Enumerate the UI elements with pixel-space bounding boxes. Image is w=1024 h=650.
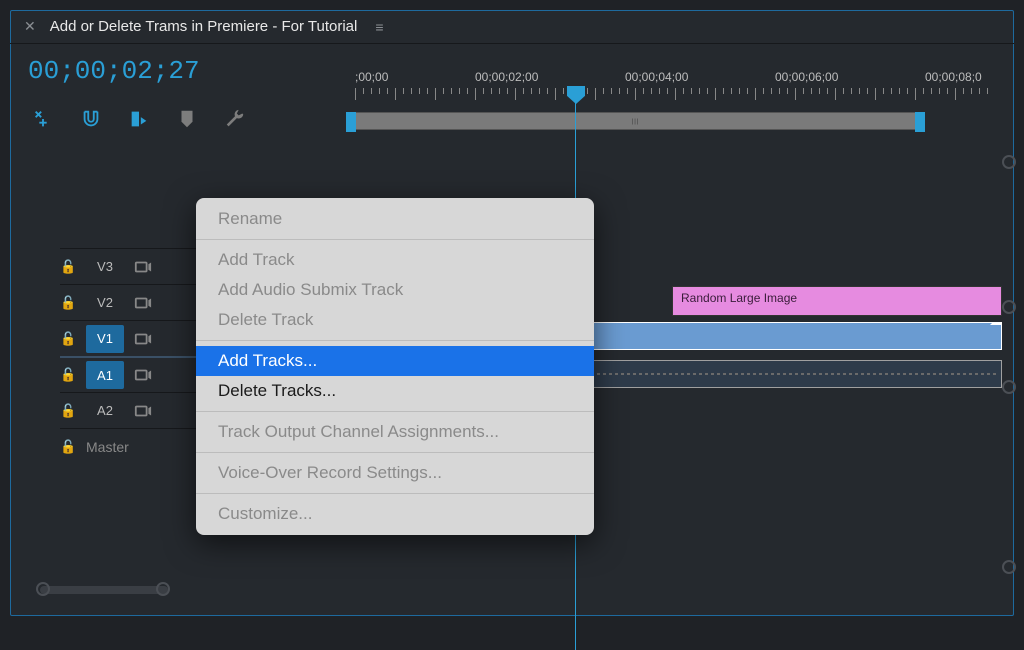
lock-icon[interactable]: 🔓 [60, 331, 76, 347]
close-icon[interactable]: ✕ [24, 18, 36, 35]
menu-separator [196, 493, 594, 494]
marker-icon[interactable] [176, 108, 198, 130]
track-context-menu: Rename Add Track Add Audio Submix Track … [196, 198, 594, 535]
track-label-a2[interactable]: A2 [86, 397, 124, 425]
ruler-ticks [355, 88, 1004, 104]
menu-item-customize[interactable]: Customize... [196, 499, 594, 529]
clip-label: Random Large Image [681, 291, 797, 305]
horizontal-zoom-scroll[interactable] [22, 582, 1002, 596]
work-area-grip-icon[interactable]: ||| [632, 119, 640, 125]
zoom-scroll-handle-right[interactable] [156, 582, 170, 596]
menu-item-delete-tracks[interactable]: Delete Tracks... [196, 376, 594, 406]
sequence-tab-bar: ✕ Add or Delete Trams in Premiere - For … [10, 10, 1014, 44]
settings-wrench-icon[interactable] [224, 108, 246, 130]
vertical-scroll-knob[interactable] [1002, 560, 1016, 574]
clip-random-large-image[interactable]: Random Large Image [672, 286, 1002, 316]
menu-item-rename[interactable]: Rename [196, 204, 594, 234]
toggle-output-icon[interactable] [134, 366, 152, 384]
track-label-master: Master [86, 439, 129, 455]
track-label-v2[interactable]: V2 [86, 289, 124, 317]
sequence-title[interactable]: Add or Delete Trams in Premiere - For Tu… [50, 18, 358, 35]
menu-item-vo-settings[interactable]: Voice-Over Record Settings... [196, 458, 594, 488]
menu-separator [196, 340, 594, 341]
lock-icon[interactable]: 🔓 [60, 259, 76, 275]
timeline-toolbar [32, 108, 246, 130]
zoom-scroll-track[interactable] [40, 586, 168, 594]
track-label-a1[interactable]: A1 [86, 361, 124, 389]
insert-overwrite-icon[interactable] [32, 108, 54, 130]
ruler-label: 00;00;06;00 [775, 70, 838, 84]
vertical-scroll-knob[interactable] [1002, 300, 1016, 314]
panel-menu-icon[interactable]: ≡ [375, 19, 383, 35]
menu-separator [196, 452, 594, 453]
menu-item-add-submix[interactable]: Add Audio Submix Track [196, 275, 594, 305]
menu-item-delete-track[interactable]: Delete Track [196, 305, 594, 335]
playhead-timecode[interactable]: 00;00;02;27 [28, 56, 200, 86]
track-label-v1[interactable]: V1 [86, 325, 124, 353]
toggle-output-icon[interactable] [134, 402, 152, 420]
ruler-labels: ;00;00 00;00;02;00 00;00;04;00 00;00;06;… [355, 70, 1004, 86]
ruler-label: 00;00;04;00 [625, 70, 688, 84]
time-ruler[interactable]: ;00;00 00;00;02;00 00;00;04;00 00;00;06;… [355, 70, 1004, 130]
vertical-scroll-knob[interactable] [1002, 380, 1016, 394]
menu-item-output-assignments[interactable]: Track Output Channel Assignments... [196, 417, 594, 447]
ruler-label: 00;00;02;00 [475, 70, 538, 84]
linked-selection-icon[interactable] [128, 108, 150, 130]
lock-icon[interactable]: 🔓 [60, 439, 76, 455]
ruler-label: 00;00;08;0 [925, 70, 982, 84]
track-label-v3[interactable]: V3 [86, 253, 124, 281]
toggle-output-icon[interactable] [134, 258, 152, 276]
toggle-output-icon[interactable] [134, 330, 152, 348]
menu-separator [196, 411, 594, 412]
toggle-output-icon[interactable] [134, 294, 152, 312]
vertical-scroll-knob[interactable] [1002, 155, 1016, 169]
lock-icon[interactable]: 🔓 [60, 295, 76, 311]
menu-item-add-track[interactable]: Add Track [196, 245, 594, 275]
menu-item-add-tracks[interactable]: Add Tracks... [196, 346, 594, 376]
ruler-label: ;00;00 [355, 70, 388, 84]
menu-separator [196, 239, 594, 240]
work-area-bar[interactable]: ||| [355, 112, 916, 130]
lock-icon[interactable]: 🔓 [60, 403, 76, 419]
zoom-scroll-handle-left[interactable] [36, 582, 50, 596]
lock-icon[interactable]: 🔓 [60, 367, 76, 383]
snap-magnet-icon[interactable] [80, 108, 102, 130]
